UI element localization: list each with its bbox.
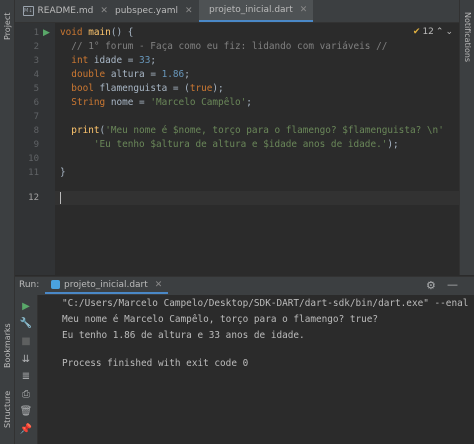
tab-label: README.md: [37, 6, 94, 16]
stop-button[interactable]: ■: [20, 335, 32, 347]
tab-pubspec[interactable]: pubspec.yaml ✕: [105, 0, 197, 22]
code-line-4: double altura = 1.86;: [71, 69, 190, 80]
close-icon[interactable]: ✕: [155, 280, 163, 290]
tab-label: projeto_inicial.dart: [209, 5, 293, 15]
line-number: 5: [33, 84, 39, 94]
current-line-highlight: [55, 191, 459, 205]
bookmarks-tool-tab[interactable]: Bookmarks: [3, 323, 12, 368]
scroll-to-end-button[interactable]: ⇊: [20, 353, 32, 365]
chevron-up-icon[interactable]: ⌃: [436, 27, 444, 37]
close-icon[interactable]: ✕: [300, 5, 308, 15]
text-caret: [60, 192, 61, 204]
line-number: 10: [28, 154, 39, 164]
tab-projeto-inicial[interactable]: projeto_inicial.dart ✕: [199, 0, 313, 22]
code-line-8: print('Meu nome é $nome, torço para o fl…: [71, 125, 444, 136]
run-tab-label: projeto_inicial.dart: [64, 279, 148, 290]
code-editor[interactable]: 1 2 3 4 5 6 7 8 9 10 11 12 ▶ ✔ 12 ⌃ ⌄ vo…: [15, 23, 459, 275]
line-number: 1: [33, 28, 39, 38]
code-line-5: bool flamenguista = (true);: [71, 83, 224, 94]
tab-readme[interactable]: M↓ README.md ✕: [17, 0, 108, 22]
console-line: Meu nome é Marcelo Campêlo, torço para o…: [62, 314, 379, 325]
soft-wrap-button[interactable]: ≣: [20, 370, 32, 382]
line-number: 6: [33, 98, 39, 108]
minimize-icon[interactable]: —: [447, 278, 458, 291]
console-line: Eu tenho 1.86 de altura e 33 anos de ida…: [62, 330, 305, 341]
code-line-2: // 1° forum - Faça como eu fiz: lidando …: [60, 41, 388, 52]
print-button[interactable]: ⎙: [20, 388, 32, 400]
gear-icon[interactable]: ⚙: [426, 279, 436, 292]
console-line: "C:/Users/Marcelo Campelo/Desktop/SDK-DA…: [62, 298, 469, 309]
code-line-11: }: [60, 167, 66, 178]
line-gutter: 1 2 3 4 5 6 7 8 9 10 11 12 ▶: [15, 23, 55, 275]
run-panel-header: Run: projeto_inicial.dart ✕ ⚙ —: [15, 276, 474, 296]
code-line-6: String nome = 'Marcelo Campêlo';: [71, 97, 252, 108]
line-number: 11: [28, 168, 39, 178]
console-line: Process finished with exit code 0: [62, 358, 249, 369]
clear-button[interactable]: 🗑: [20, 405, 33, 417]
warnings-count: 12: [422, 27, 434, 37]
structure-tool-tab[interactable]: Structure: [3, 391, 12, 428]
inspection-widget[interactable]: ✔ 12 ⌃ ⌄: [413, 27, 453, 37]
run-panel-title: Run:: [19, 280, 40, 290]
dart-icon: [51, 280, 60, 289]
run-gutter-icon[interactable]: ▶: [43, 28, 50, 38]
line-number: 12: [28, 193, 39, 203]
project-tool-tab[interactable]: Project: [3, 13, 12, 40]
warning-icon: ✔: [412, 27, 421, 37]
tab-label: pubspec.yaml: [115, 6, 178, 16]
pin-icon[interactable]: 📌: [20, 423, 32, 435]
line-number: 4: [33, 70, 39, 80]
line-number: 3: [33, 56, 39, 66]
line-number: 7: [33, 112, 39, 122]
run-tab[interactable]: projeto_inicial.dart ✕: [45, 277, 169, 294]
console-output[interactable]: "C:/Users/Marcelo Campelo/Desktop/SDK-DA…: [38, 295, 474, 444]
line-number: 8: [33, 126, 39, 136]
close-icon[interactable]: ✕: [185, 6, 193, 16]
run-toolbar: ▶ 🔧 ■ ⇊ ≣ ⎙ 🗑 📌: [15, 295, 38, 444]
editor-tab-bar: M↓ README.md ✕ pubspec.yaml ✕ projeto_in…: [15, 0, 459, 23]
code-line-3: int idade = 33;: [71, 55, 156, 66]
markdown-icon: M↓: [23, 6, 34, 16]
wrench-icon[interactable]: 🔧: [20, 317, 32, 329]
line-number: 2: [33, 42, 39, 52]
left-tool-strip: Project Bookmarks Structure: [0, 0, 15, 444]
right-tool-strip: Notifications: [459, 0, 474, 275]
chevron-down-icon[interactable]: ⌄: [445, 27, 453, 37]
code-line-1: void main() {: [60, 27, 134, 38]
rerun-button[interactable]: ▶: [20, 300, 32, 312]
code-line-9: 'Eu tenho $altura de altura e $idade ano…: [93, 139, 399, 150]
line-number: 9: [33, 140, 39, 150]
notifications-tool-tab[interactable]: Notifications: [463, 12, 472, 62]
